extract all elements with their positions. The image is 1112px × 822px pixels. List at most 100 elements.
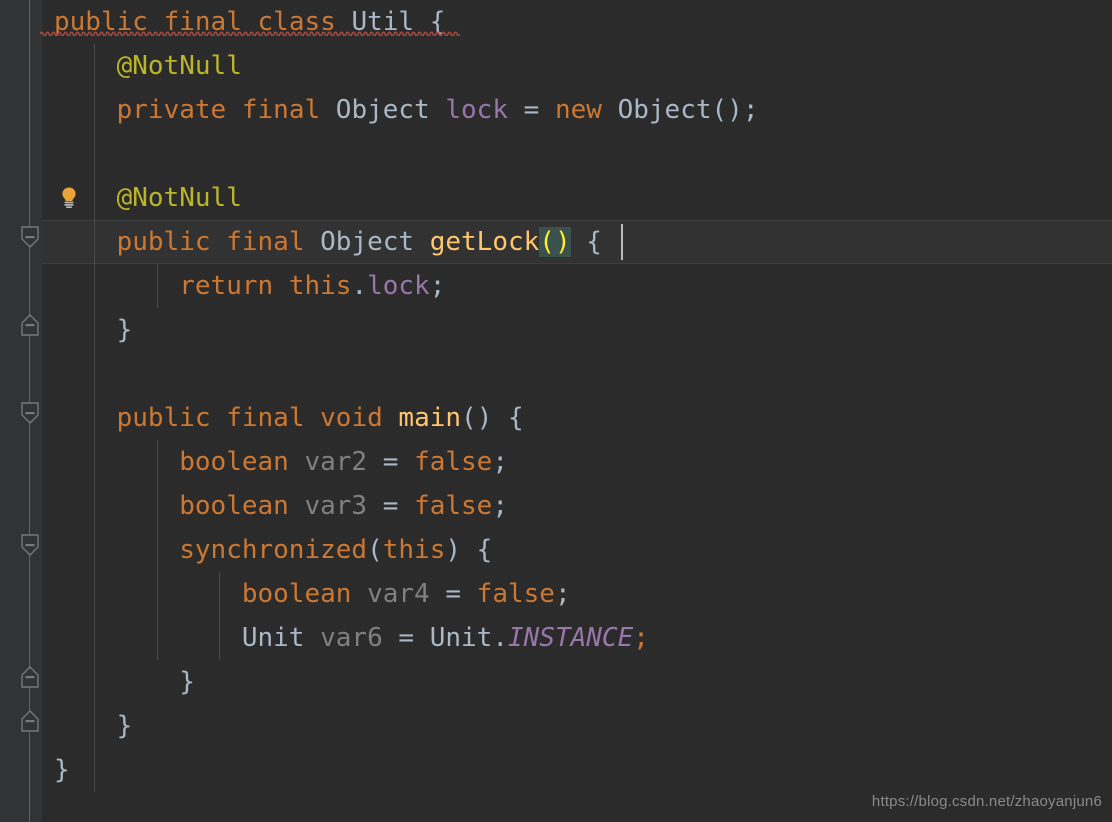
code-token: ;	[492, 491, 508, 521]
code-line[interactable]: private final Object lock = new Object()…	[54, 88, 759, 132]
code-token: INSTANCE	[508, 623, 634, 653]
code-token: final	[241, 95, 321, 125]
code-token: class	[257, 7, 336, 37]
text-caret	[621, 224, 623, 260]
code-token: final	[226, 227, 305, 257]
code-token: var2	[304, 447, 368, 477]
code-line[interactable]: public final void main() {	[54, 396, 524, 440]
code-token: this	[382, 535, 446, 565]
code-token: }	[179, 667, 195, 697]
code-line[interactable]: boolean var4 = false;	[54, 572, 571, 616]
code-token: }	[54, 755, 70, 785]
code-token: new	[554, 95, 602, 125]
code-line[interactable]: @NotNull	[54, 176, 242, 220]
code-token: var6	[320, 623, 383, 653]
code-line[interactable]: boolean var3 = false;	[54, 484, 508, 528]
editor-text-area[interactable]: public final class Util { @NotNull priva…	[40, 0, 1112, 822]
code-line[interactable]: return this.lock;	[54, 264, 445, 308]
code-token: false	[476, 579, 555, 609]
code-token: synchronized	[179, 535, 368, 565]
code-token: final	[226, 403, 305, 433]
code-token: lock	[367, 271, 430, 301]
lightbulb-icon[interactable]	[58, 185, 80, 209]
fold-collapse-icon[interactable]	[21, 402, 39, 424]
code-line[interactable]: }	[54, 704, 133, 748]
code-token: return	[179, 271, 274, 301]
code-token: Object()	[617, 95, 743, 125]
code-line[interactable]: public final class Util {	[54, 0, 445, 44]
source-code[interactable]: public final class Util { @NotNull priva…	[42, 0, 1112, 822]
code-token: ()	[461, 403, 493, 433]
code-token: ()	[539, 227, 571, 257]
fold-collapse-icon[interactable]	[21, 534, 39, 556]
code-token: boolean	[179, 447, 289, 477]
fold-collapse-icon[interactable]	[21, 226, 39, 248]
code-token: ;	[742, 95, 759, 125]
code-line[interactable]: boolean var2 = false;	[54, 440, 508, 484]
code-token: {	[429, 7, 446, 37]
fold-end-icon[interactable]	[21, 314, 39, 336]
fold-end-icon[interactable]	[21, 710, 39, 732]
code-token: ;	[554, 579, 571, 609]
code-line[interactable]	[54, 352, 70, 396]
code-token: Object	[320, 227, 415, 257]
code-line[interactable]: }	[54, 748, 70, 792]
code-line[interactable]: Unit var6 = Unit.INSTANCE;	[54, 616, 649, 660]
code-token: getLock	[429, 227, 540, 257]
code-line[interactable]: @NotNull	[54, 44, 242, 88]
code-line[interactable]: synchronized(this) {	[54, 528, 492, 572]
code-line[interactable]: }	[54, 660, 195, 704]
code-token: @NotNull	[116, 51, 242, 81]
code-token: var3	[304, 491, 368, 521]
code-token: =	[508, 95, 555, 125]
code-token: =	[398, 623, 415, 653]
code-token: =	[445, 579, 462, 609]
code-token: @NotNull	[116, 183, 242, 213]
code-token: }	[116, 315, 133, 345]
code-line[interactable]: public final Object getLock() {	[54, 220, 602, 264]
code-token: boolean	[179, 491, 289, 521]
watermark-url: https://blog.csdn.net/zhaoyanjun6	[871, 793, 1102, 810]
code-token: lock	[445, 95, 508, 125]
fold-end-icon[interactable]	[21, 666, 39, 688]
code-token: Unit	[429, 623, 493, 653]
code-line[interactable]	[54, 132, 70, 176]
code-token: }	[116, 711, 133, 741]
code-token: public	[116, 403, 211, 433]
code-token: =	[382, 447, 399, 477]
code-token: ;	[633, 623, 649, 653]
code-line[interactable]: }	[54, 308, 133, 352]
editor-gutter[interactable]	[0, 0, 42, 822]
code-token: (	[367, 535, 383, 565]
